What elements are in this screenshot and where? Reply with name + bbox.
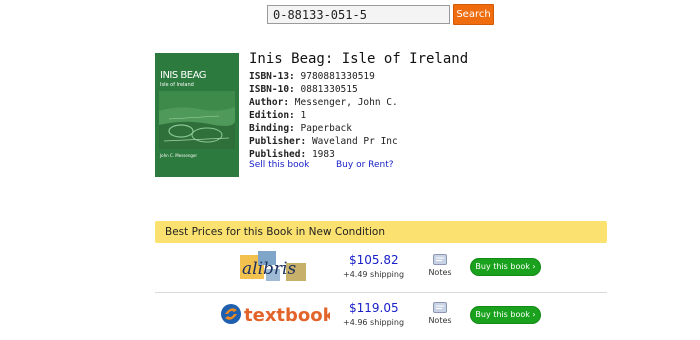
offer-price[interactable]: $119.05 (349, 301, 399, 315)
offer-price[interactable]: $105.82 (349, 253, 399, 267)
detail-binding: Binding: Paperback (249, 123, 352, 134)
notes-label: Notes (428, 316, 452, 325)
cover-author: John C. Messenger (160, 153, 198, 158)
textbookx-logo[interactable]: textbookx (220, 301, 330, 327)
book-details: ISBN-13: 9780881330519 ISBN-10: 08813305… (249, 70, 398, 161)
offer-row-textbookx: textbookx $119.05 +4.96 shipping Notes B… (155, 292, 607, 340)
best-prices-header: Best Prices for this Book in New Conditi… (155, 221, 607, 243)
offer-shipping: +4.96 shipping (343, 318, 405, 327)
detail-publisher: Publisher: Waveland Pr Inc (249, 136, 398, 147)
notes-label: Notes (428, 268, 452, 277)
detail-isbn13: ISBN-13: 9780881330519 (249, 71, 375, 82)
detail-author: Author: Messenger, John C. (249, 97, 398, 108)
detail-isbn10: ISBN-10: 0881330515 (249, 84, 358, 95)
offer-shipping: +4.49 shipping (343, 270, 405, 279)
buy-this-book-button[interactable]: Buy this book › (470, 306, 541, 324)
book-cover-image: INIS BEAG Isle of Ireland John C. Messen… (155, 53, 239, 177)
offer-row-alibris: alibris $105.82 +4.49 shipping Notes Buy… (155, 245, 607, 293)
notes-button[interactable]: Notes (426, 254, 454, 277)
search-button[interactable]: Search (453, 4, 494, 25)
notes-button[interactable]: Notes (426, 302, 454, 325)
alibris-logo[interactable]: alibris (240, 251, 310, 283)
buy-or-rent-link[interactable]: Buy or Rent? (336, 160, 394, 170)
cover-title: INIS BEAG (160, 70, 207, 81)
book-title: Inis Beag: Isle of Ireland (249, 51, 469, 67)
sell-this-book-link[interactable]: Sell this book (249, 160, 309, 170)
svg-text:textbookx: textbookx (244, 305, 330, 326)
notes-icon (433, 254, 447, 265)
cover-subtitle: Isle of Ireland (160, 82, 194, 88)
isbn-search-input[interactable] (267, 5, 450, 24)
buy-this-book-button[interactable]: Buy this book › (470, 258, 541, 276)
cover-landscape-photo (159, 91, 235, 149)
detail-edition: Edition: 1 (249, 110, 307, 121)
svg-text:alibris: alibris (242, 259, 296, 279)
notes-icon (433, 302, 447, 313)
